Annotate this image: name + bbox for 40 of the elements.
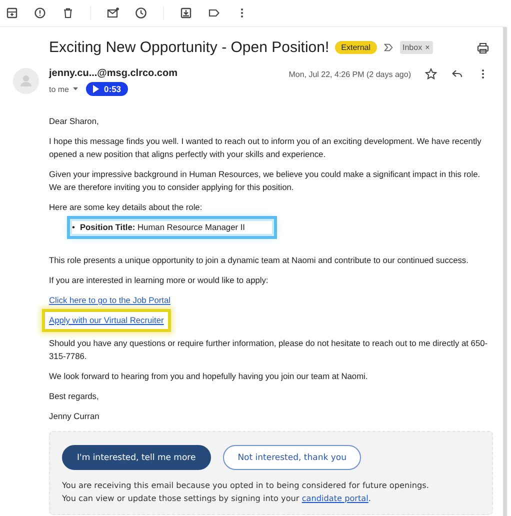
interested-button[interactable]: I'm interested, tell me more <box>62 445 211 470</box>
sender-address: jenny.cu...@msg.clrco.com <box>49 68 178 79</box>
body-paragraph: This role presents a unique opportunity to join a dynamic team at Naomi and contribute to our continued success. <box>49 254 470 267</box>
report-icon[interactable] <box>34 7 46 19</box>
remove-label-button[interactable]: × <box>425 43 430 52</box>
reply-icon[interactable] <box>451 68 463 80</box>
body-paragraph: If you are interested in learning more or would like to apply: <box>49 274 270 287</box>
notice-text: You are receiving this email because you opted in to being considered for future openings. You can view or update those settings by signing into your candidate portal. <box>62 479 430 505</box>
importance-icon[interactable] <box>382 42 394 53</box>
body-paragraph: Best regards, <box>49 390 100 403</box>
play-icon[interactable] <box>93 85 100 93</box>
clock-icon[interactable] <box>135 7 147 19</box>
body-paragraph: We look forward to hearing from you and hopefully having you join our team at Naomi. <box>49 370 369 383</box>
caret-icon[interactable] <box>73 87 78 91</box>
external-label: External <box>335 41 376 54</box>
print-icon[interactable] <box>477 42 489 54</box>
audio-play-button[interactable]: 0:53 <box>86 82 128 96</box>
bullet: • <box>72 221 75 234</box>
candidate-portal-link[interactable]: candidate portal <box>302 493 368 503</box>
body-paragraph: Jenny Curran <box>49 410 100 423</box>
body-paragraph: Dear Sharon, <box>49 115 100 128</box>
body-paragraph: Should you have any questions or require further information, please do not hesitate to reach out to me directly at 650-315-7786. <box>49 337 489 363</box>
list-item: Position Title: Human Resource Manager II <box>80 221 246 234</box>
mail-icon[interactable] <box>107 7 119 19</box>
body-paragraph: I hope this message finds you well. I wanted to reach out to inform you of an exciting development. We have recently opened a new position that aligns perfectly with your skills and experience. <box>49 135 482 161</box>
avatar-icon <box>13 68 39 94</box>
move-icon[interactable] <box>180 7 192 19</box>
link[interactable]: Click here to go to the Job Portal <box>49 295 171 305</box>
label-icon[interactable] <box>208 7 220 19</box>
archive-icon[interactable] <box>6 7 18 19</box>
body-paragraph: Here are some key details about the role: <box>49 201 204 214</box>
label-text: Inbox <box>402 43 422 52</box>
star-icon[interactable] <box>425 68 437 80</box>
recipient-dropdown[interactable]: to me <box>49 84 78 94</box>
email-subject: Exciting New Opportunity - Open Position! <box>49 39 330 56</box>
body-paragraph: Given your impressive background in Human Resources, we believe you could make a significant impact in this role. We are therefore inviting you to consider applying for this position. <box>49 168 482 194</box>
trash-icon[interactable] <box>62 7 74 19</box>
link[interactable]: Apply with our Virtual Recruiter <box>49 315 164 325</box>
not-interested-button[interactable]: Not interested, thank you <box>222 445 362 470</box>
email-date: Mon, Jul 22, 4:26 PM (2 days ago) <box>288 70 411 79</box>
